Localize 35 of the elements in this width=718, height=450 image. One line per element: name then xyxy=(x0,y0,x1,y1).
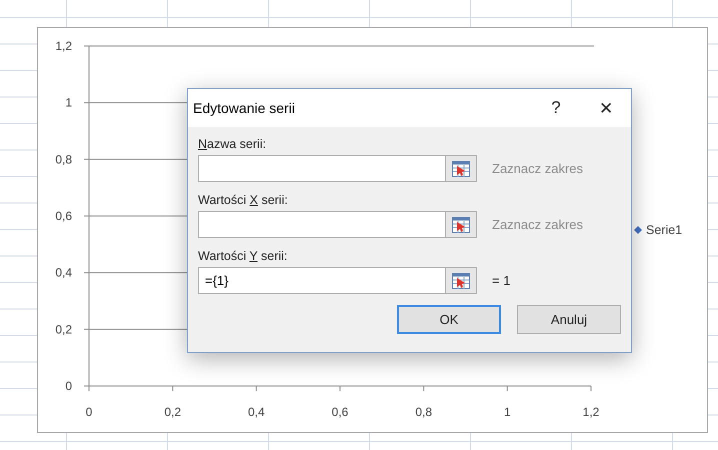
axis-label: 0,4 xyxy=(55,266,72,280)
field-label: Nazwa serii: xyxy=(198,137,268,151)
axis-label: 1 xyxy=(65,96,72,110)
legend-label: Serie1 xyxy=(646,223,682,237)
input-field[interactable] xyxy=(198,211,446,238)
axis-label: 0,8 xyxy=(55,152,72,166)
ok-button[interactable]: OK xyxy=(397,305,501,334)
axis-label: 0,4 xyxy=(248,405,265,419)
help-button[interactable]: ? xyxy=(531,93,581,123)
axis-label: 0,8 xyxy=(415,405,432,419)
range-select-button[interactable] xyxy=(446,211,477,238)
range-hint: Zaznacz zakres xyxy=(492,217,584,232)
axis-label: 0,6 xyxy=(55,209,72,223)
cancel-button[interactable]: Anuluj xyxy=(517,305,621,334)
range-hint: = 1 xyxy=(492,273,510,288)
range-select-button[interactable] xyxy=(446,267,477,294)
axis-label: 0,2 xyxy=(55,322,72,336)
range-select-icon xyxy=(452,272,470,288)
range-select-icon xyxy=(452,160,470,176)
axis-label: 0,2 xyxy=(164,405,181,419)
field-label: Wartości Y serii: xyxy=(198,249,288,263)
input-field[interactable]: ={1} xyxy=(198,267,446,294)
range-hint: Zaznacz zakres xyxy=(492,161,584,176)
input-field[interactable] xyxy=(198,155,446,182)
axis-label: 1,2 xyxy=(55,39,72,53)
axis-label: 0 xyxy=(86,405,92,419)
field-label: Wartości X serii: xyxy=(198,193,289,207)
axis-label: 0 xyxy=(65,379,72,393)
dialog-title: Edytowanie serii xyxy=(193,100,296,116)
axis-label: 0,6 xyxy=(332,405,348,419)
axis-label: 1,2 xyxy=(582,405,600,419)
close-button[interactable]: ✕ xyxy=(581,93,631,123)
axis-label: 1 xyxy=(504,405,511,419)
range-select-icon xyxy=(452,216,470,232)
range-select-button[interactable] xyxy=(446,155,477,182)
